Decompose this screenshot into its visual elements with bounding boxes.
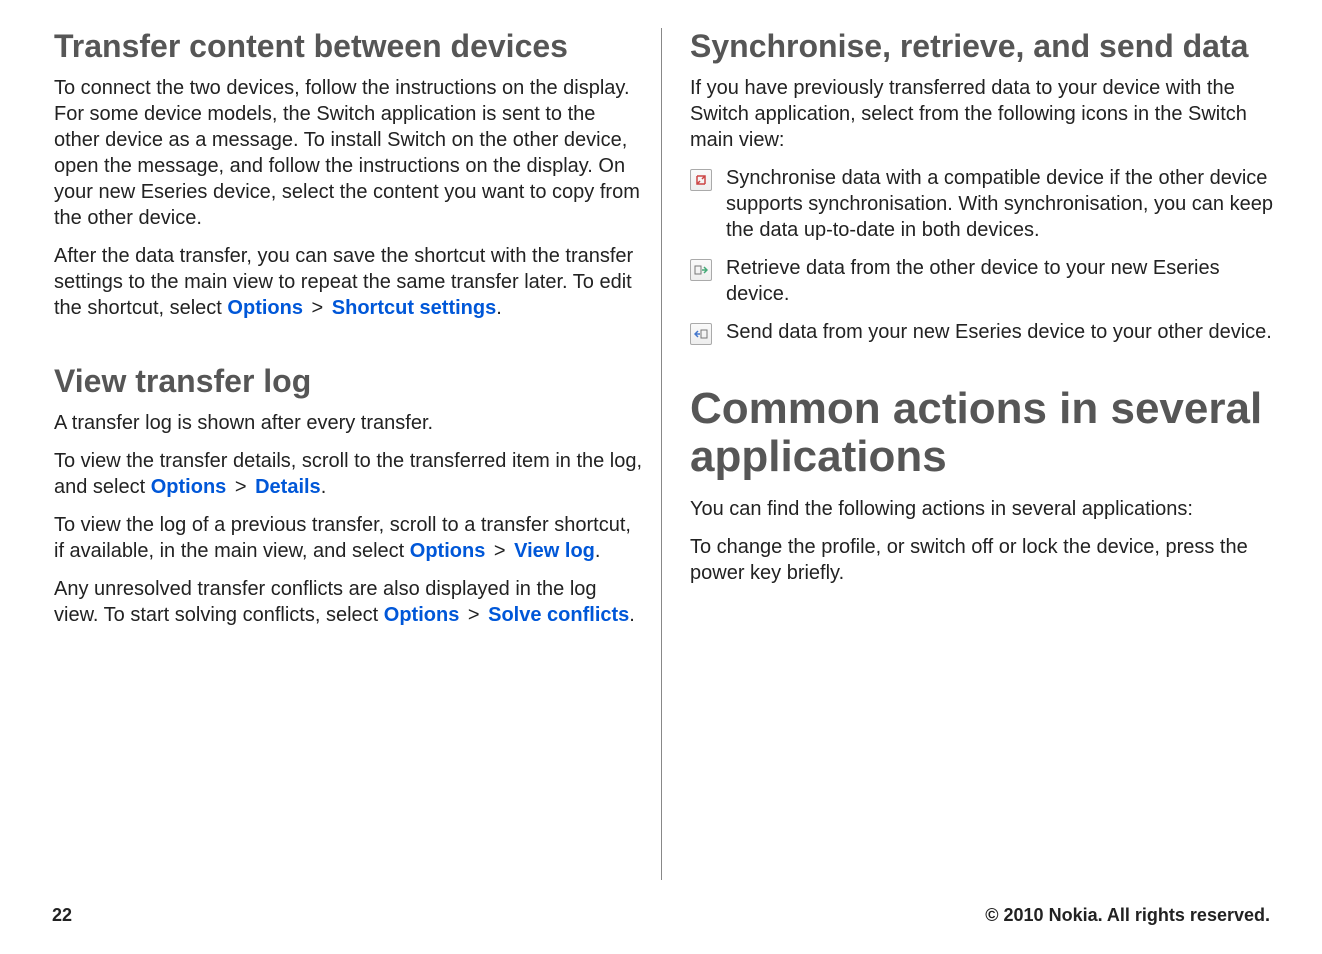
period: . — [629, 604, 635, 626]
retrieve-icon — [690, 259, 712, 281]
sync-icon — [690, 169, 712, 191]
send-item: Send data from your new Eseries device t… — [690, 319, 1274, 345]
retrieve-item: Retrieve data from the other device to y… — [690, 255, 1274, 307]
log-previous-paragraph: To view the log of a previous transfer, … — [54, 512, 643, 564]
menu-solve-conflicts[interactable]: Solve conflicts — [488, 604, 629, 626]
common-actions-p1: You can find the following actions in se… — [690, 496, 1274, 522]
heading-common-actions: Common actions in several applications — [690, 385, 1274, 482]
heading-sync-retrieve-send: Synchronise, retrieve, and send data — [690, 28, 1274, 65]
menu-options-4[interactable]: Options — [384, 604, 460, 626]
sync-item: Synchronise data with a compatible devic… — [690, 165, 1274, 243]
conflicts-paragraph: Any unresolved transfer conflicts are al… — [54, 576, 643, 628]
log-intro-paragraph: A transfer log is shown after every tran… — [54, 410, 643, 436]
page-content: Transfer content between devices To conn… — [0, 0, 1322, 880]
sync-text: Synchronise data with a compatible devic… — [726, 165, 1274, 243]
left-column: Transfer content between devices To conn… — [48, 28, 661, 880]
breadcrumb-separator: > — [232, 476, 250, 498]
page-number: 22 — [52, 905, 72, 926]
menu-details[interactable]: Details — [255, 476, 321, 498]
period: . — [321, 476, 327, 498]
menu-options-1[interactable]: Options — [227, 297, 303, 319]
menu-options-3[interactable]: Options — [410, 540, 486, 562]
send-icon — [690, 323, 712, 345]
period: . — [496, 297, 502, 319]
transfer-intro-paragraph: To connect the two devices, follow the i… — [54, 75, 643, 231]
menu-view-log[interactable]: View log — [514, 540, 595, 562]
log-details-pre: To view the transfer details, scroll to … — [54, 450, 642, 498]
right-column: Synchronise, retrieve, and send data If … — [661, 28, 1274, 880]
menu-shortcut-settings[interactable]: Shortcut settings — [332, 297, 496, 319]
breadcrumb-separator: > — [309, 297, 327, 319]
page-footer: 22 © 2010 Nokia. All rights reserved. — [52, 905, 1270, 926]
send-text: Send data from your new Eseries device t… — [726, 319, 1272, 345]
sync-intro-paragraph: If you have previously transferred data … — [690, 75, 1274, 153]
period: . — [595, 540, 601, 562]
common-actions-p2: To change the profile, or switch off or … — [690, 534, 1274, 586]
breadcrumb-separator: > — [465, 604, 483, 626]
log-details-paragraph: To view the transfer details, scroll to … — [54, 448, 643, 500]
heading-view-transfer-log: View transfer log — [54, 363, 643, 400]
retrieve-text: Retrieve data from the other device to y… — [726, 255, 1274, 307]
shortcut-paragraph: After the data transfer, you can save th… — [54, 243, 643, 321]
copyright-text: © 2010 Nokia. All rights reserved. — [985, 905, 1270, 926]
heading-transfer-content: Transfer content between devices — [54, 28, 643, 65]
breadcrumb-separator: > — [491, 540, 509, 562]
menu-options-2[interactable]: Options — [151, 476, 227, 498]
